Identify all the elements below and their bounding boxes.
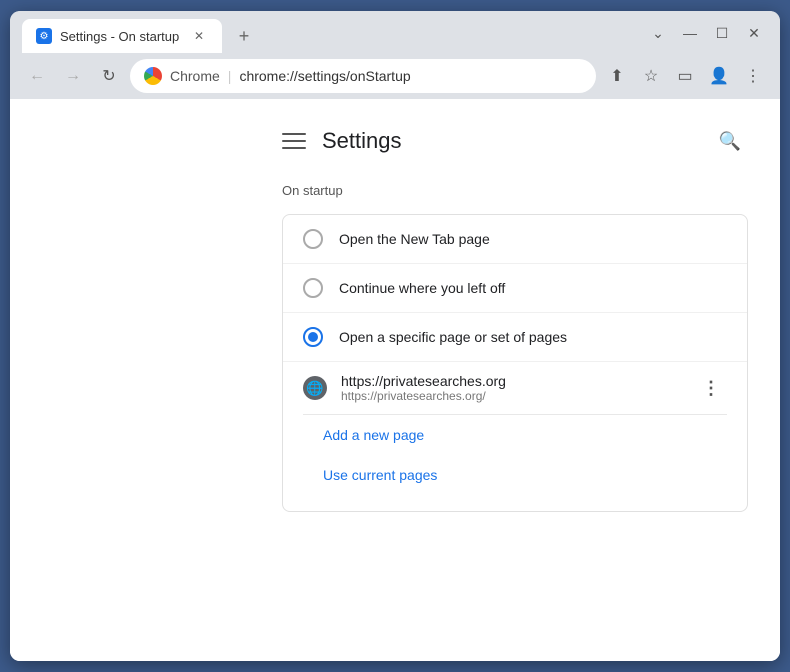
radio-specific[interactable] — [303, 327, 323, 347]
hamburger-menu-button[interactable] — [282, 129, 306, 153]
minimize-button[interactable]: — — [676, 22, 704, 44]
option-continue[interactable]: Continue where you left off — [283, 264, 747, 313]
share-button[interactable]: ⬆ — [602, 61, 632, 91]
site-name: https://privatesearches.org — [341, 373, 681, 389]
browser-toolbar: ← → ↻ Chrome | chrome://settings/onStart… — [10, 53, 780, 99]
startup-options-card: Open the New Tab page Continue where you… — [282, 214, 748, 512]
menu-button[interactable]: ⋮ — [738, 61, 768, 91]
option-continue-label: Continue where you left off — [339, 280, 505, 296]
content-area: PC Settings 🔍 — [10, 99, 780, 661]
settings-page: PC Settings 🔍 — [10, 99, 780, 661]
page-entry: 🌐 https://privatesearches.org https://pr… — [303, 362, 727, 415]
dropdown-button[interactable]: ⌄ — [644, 22, 672, 44]
settings-main: PC Settings 🔍 — [250, 99, 780, 661]
profile-button[interactable]: 👤 — [704, 61, 734, 91]
settings-sidebar — [10, 99, 250, 661]
option-specific-label: Open a specific page or set of pages — [339, 329, 567, 345]
reload-button[interactable]: ↻ — [94, 61, 124, 91]
site-info: https://privatesearches.org https://priv… — [341, 373, 681, 403]
add-page-link[interactable]: Add a new page — [303, 415, 727, 455]
window-controls: ⌄ — ☐ ✕ — [644, 22, 768, 50]
site-url: https://privatesearches.org/ — [341, 389, 681, 403]
search-icon: 🔍 — [719, 131, 741, 152]
forward-button[interactable]: → — [58, 61, 88, 91]
sidebar-button[interactable]: ▭ — [670, 61, 700, 91]
settings-search-button[interactable]: 🔍 — [712, 123, 748, 159]
option-new-tab-label: Open the New Tab page — [339, 231, 490, 247]
close-button[interactable]: ✕ — [740, 22, 768, 44]
maximize-button[interactable]: ☐ — [708, 22, 736, 44]
address-path: chrome://settings/onStartup — [239, 68, 410, 84]
title-bar: ⚙ Settings - On startup ✕ + ⌄ — ☐ ✕ — [10, 11, 780, 53]
bookmark-button[interactable]: ☆ — [636, 61, 666, 91]
address-separator: | — [228, 68, 232, 84]
page-title: Settings — [322, 128, 402, 154]
radio-inner-dot — [308, 332, 318, 342]
toolbar-actions: ⬆ ☆ ▭ 👤 ⋮ — [602, 61, 768, 91]
site-globe-icon: 🌐 — [303, 376, 327, 400]
address-brand: Chrome — [170, 68, 220, 84]
tab-title: Settings - On startup — [60, 29, 179, 44]
active-tab[interactable]: ⚙ Settings - On startup ✕ — [22, 19, 222, 53]
address-bar[interactable]: Chrome | chrome://settings/onStartup — [130, 59, 596, 93]
tab-favicon: ⚙ — [36, 28, 52, 44]
tab-close-button[interactable]: ✕ — [190, 27, 208, 45]
settings-header: Settings 🔍 — [282, 123, 748, 159]
new-tab-button[interactable]: + — [230, 22, 258, 50]
page-more-button[interactable]: ⋮ — [695, 372, 727, 404]
radio-continue[interactable] — [303, 278, 323, 298]
use-current-pages-link[interactable]: Use current pages — [303, 455, 727, 495]
section-title: On startup — [282, 183, 748, 198]
radio-new-tab[interactable] — [303, 229, 323, 249]
option-new-tab[interactable]: Open the New Tab page — [283, 215, 747, 264]
back-button[interactable]: ← — [22, 61, 52, 91]
option-specific[interactable]: Open a specific page or set of pages — [283, 313, 747, 362]
startup-pages-section: 🌐 https://privatesearches.org https://pr… — [283, 362, 747, 511]
site-icon — [144, 67, 162, 85]
browser-window: ⚙ Settings - On startup ✕ + ⌄ — ☐ ✕ ← → … — [10, 11, 780, 661]
